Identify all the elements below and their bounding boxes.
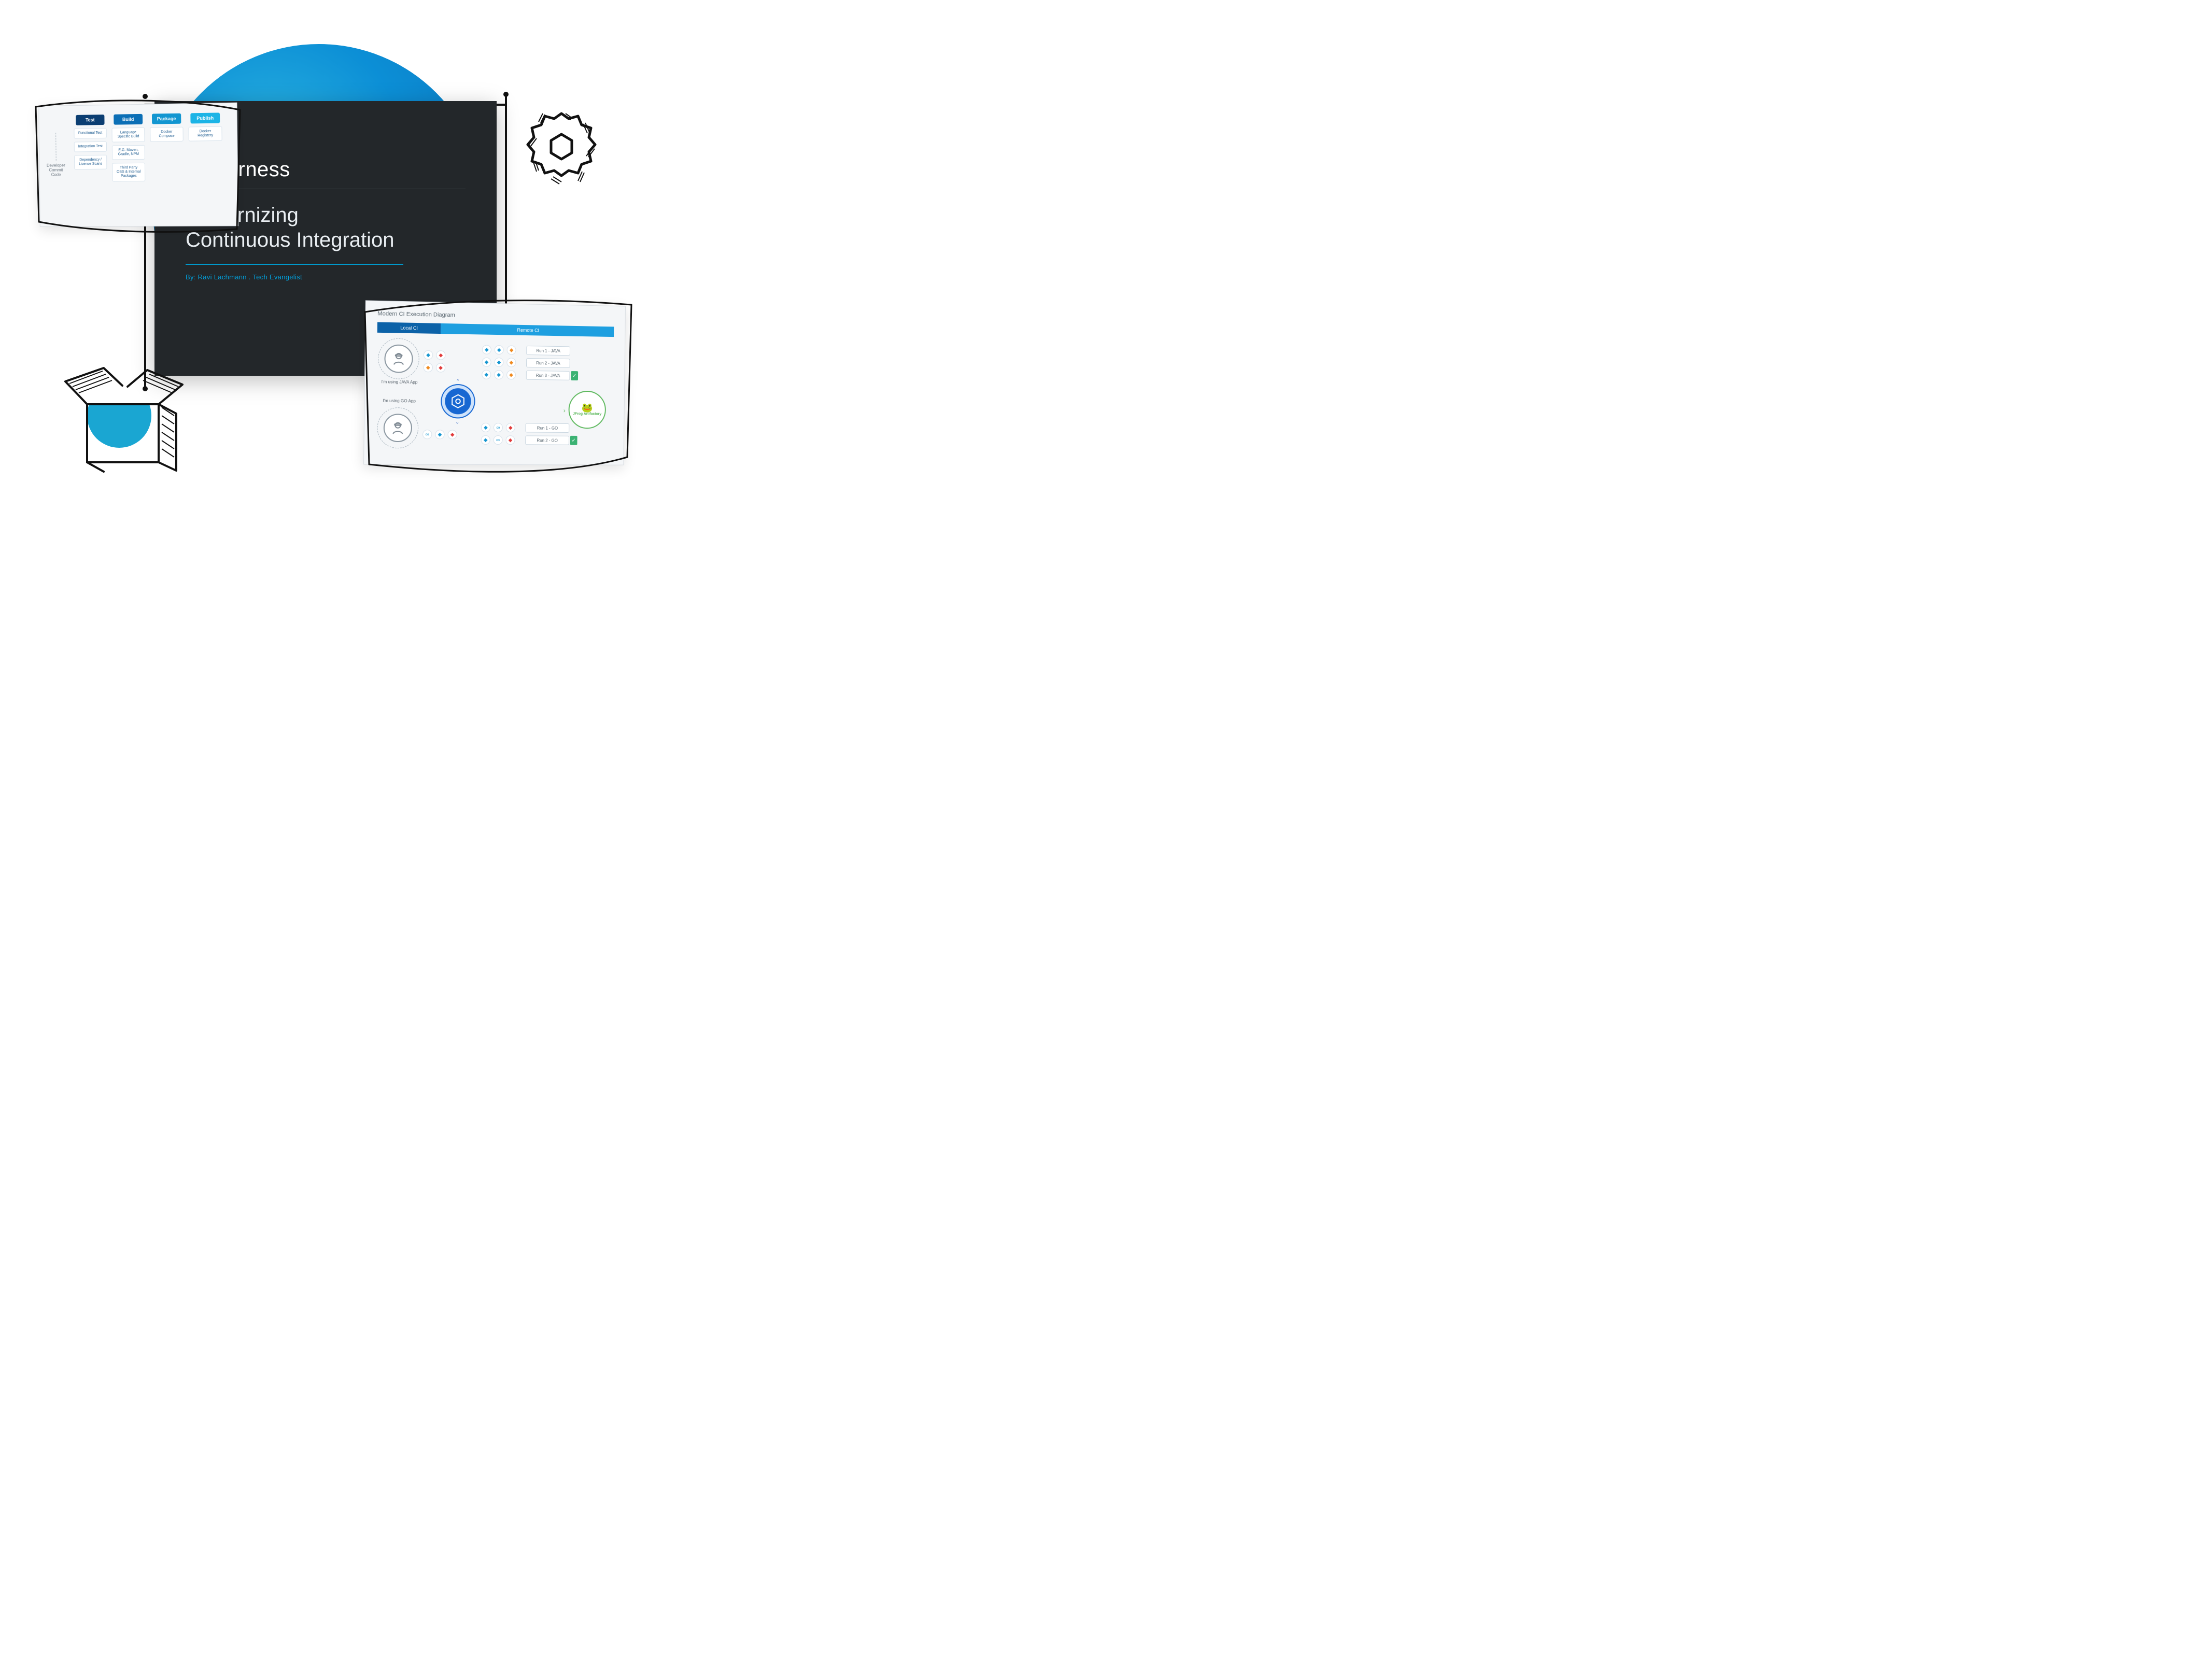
tab-local-ci: Local CI — [377, 322, 441, 334]
docker-icon: ◆ — [435, 430, 444, 439]
user-go-icon — [384, 414, 413, 442]
check-icon: ✓ — [571, 371, 578, 380]
java-icon: ◆ — [506, 358, 516, 367]
pipeline-diagram-card: Developer Commit Code Test Functional Tes… — [38, 103, 238, 227]
pipeline-step: Integration Test — [74, 141, 107, 152]
run-chip-java-2: Run 2 - JAVA — [526, 358, 570, 368]
jfrog-artifactory-badge: 🐸 JFrog Artifactory — [568, 391, 606, 429]
pipeline-step: Functional Test — [74, 128, 106, 139]
docker-icon: ◆ — [494, 370, 503, 379]
run-chip-go-2: Run 2 - GO — [525, 435, 569, 445]
pipeline-step: Language Specific Build — [112, 127, 145, 143]
local-java-tool-row-1: ◆ ◆ — [424, 350, 446, 360]
user-java-label: I'm using JAVA App — [381, 380, 418, 385]
pipeline-step: Third Party OSS & Internal Packages — [112, 163, 145, 182]
tool-icon: ◆ — [424, 363, 433, 372]
title-underline — [186, 264, 403, 265]
execution-card-title: Modern CI Execution Diagram — [377, 310, 614, 321]
go-icon: ∞ — [494, 423, 503, 432]
remote-java-tool-row-1: ◆ ◆ ◆ — [482, 345, 516, 355]
user-java-icon — [384, 344, 413, 373]
pipeline-step: E.G. Maven, Gradle, NPM — [112, 145, 145, 160]
java-icon: ◆ — [507, 345, 516, 355]
remote-go-tool-row-1: ◆ ∞ ◆ — [481, 423, 515, 432]
open-box-sketch-icon — [56, 360, 191, 479]
pipeline-stage-chip: Publish — [190, 112, 220, 123]
tool-icon: ◆ — [436, 363, 445, 372]
remote-java-tool-row-3: ◆ ◆ ◆ — [482, 370, 516, 380]
execution-diagram-card: Modern CI Execution Diagram Local CI Rem… — [363, 300, 626, 465]
pipeline-stage-test: Test Functional Test Integration Test Depen… — [74, 115, 107, 182]
tool-icon: ◆ — [506, 423, 515, 432]
local-java-tool-row-2: ◆ ◆ — [424, 363, 446, 373]
pipeline-stage-build: Build Language Specific Build E.G. Maven, … — [111, 114, 145, 182]
pipeline-stage-chip: Build — [114, 114, 143, 125]
docker-icon: ◆ — [481, 435, 490, 445]
pipeline-step: Docker Registery — [189, 126, 222, 141]
chevron-right-icon: › — [563, 407, 566, 414]
pipeline-step: Dependency / License Scans — [74, 155, 107, 170]
docker-icon: ◆ — [481, 423, 490, 432]
slide-byline: By: Ravi Lachmann . Tech Evangelist — [186, 273, 466, 281]
chevron-down-icon: ⌄ — [455, 419, 460, 425]
run-chip-java-1: Run 1 - JAVA — [526, 346, 570, 356]
run-chip-java-3: Run 3 - JAVA — [526, 371, 570, 380]
docker-icon: ◆ — [494, 358, 503, 367]
java-icon: ◆ — [436, 350, 445, 360]
remote-java-tool-row-2: ◆ ◆ ◆ — [482, 358, 516, 367]
slide-title-line-2: Continuous Integration — [186, 229, 395, 251]
tab-remote-ci: Remote CI — [441, 323, 614, 337]
docker-icon: ◆ — [424, 350, 433, 360]
chevron-up-icon: ⌃ — [456, 379, 460, 385]
pipeline-stage-chip: Test — [76, 115, 104, 125]
docker-icon: ◆ — [482, 370, 491, 379]
tool-icon: ◆ — [448, 430, 457, 439]
pipeline-stage-chip: Package — [152, 114, 181, 124]
tool-icon: ◆ — [505, 435, 515, 445]
docker-icon: ◆ — [482, 358, 491, 367]
docker-icon: ◆ — [495, 345, 504, 355]
java-icon: ◆ — [506, 370, 516, 379]
pipeline-origin-label: Developer Commit Code — [45, 163, 67, 177]
pipeline-stage-publish: Publish Docker Registery — [188, 112, 222, 181]
pipeline-stage-package: Package Docker Compose — [150, 114, 184, 182]
jfrog-icon: 🐸 — [582, 403, 593, 413]
run-chip-go-1: Run 1 - GO — [525, 423, 569, 432]
go-icon: ∞ — [494, 435, 503, 445]
pipeline-step: Docker Compose — [150, 127, 184, 142]
user-go-label: I'm using GO App — [381, 399, 417, 404]
gear-sketch-icon — [520, 106, 603, 189]
jfrog-label: JFrog Artifactory — [573, 412, 601, 416]
go-icon: ∞ — [422, 430, 432, 439]
remote-go-tool-row-2: ◆ ∞ ◆ — [481, 435, 515, 445]
docker-icon: ◆ — [482, 345, 491, 355]
kubernetes-icon — [442, 385, 474, 418]
check-icon: ✓ — [570, 436, 577, 445]
local-go-tool-row: ∞ ◆ ◆ — [422, 430, 457, 439]
